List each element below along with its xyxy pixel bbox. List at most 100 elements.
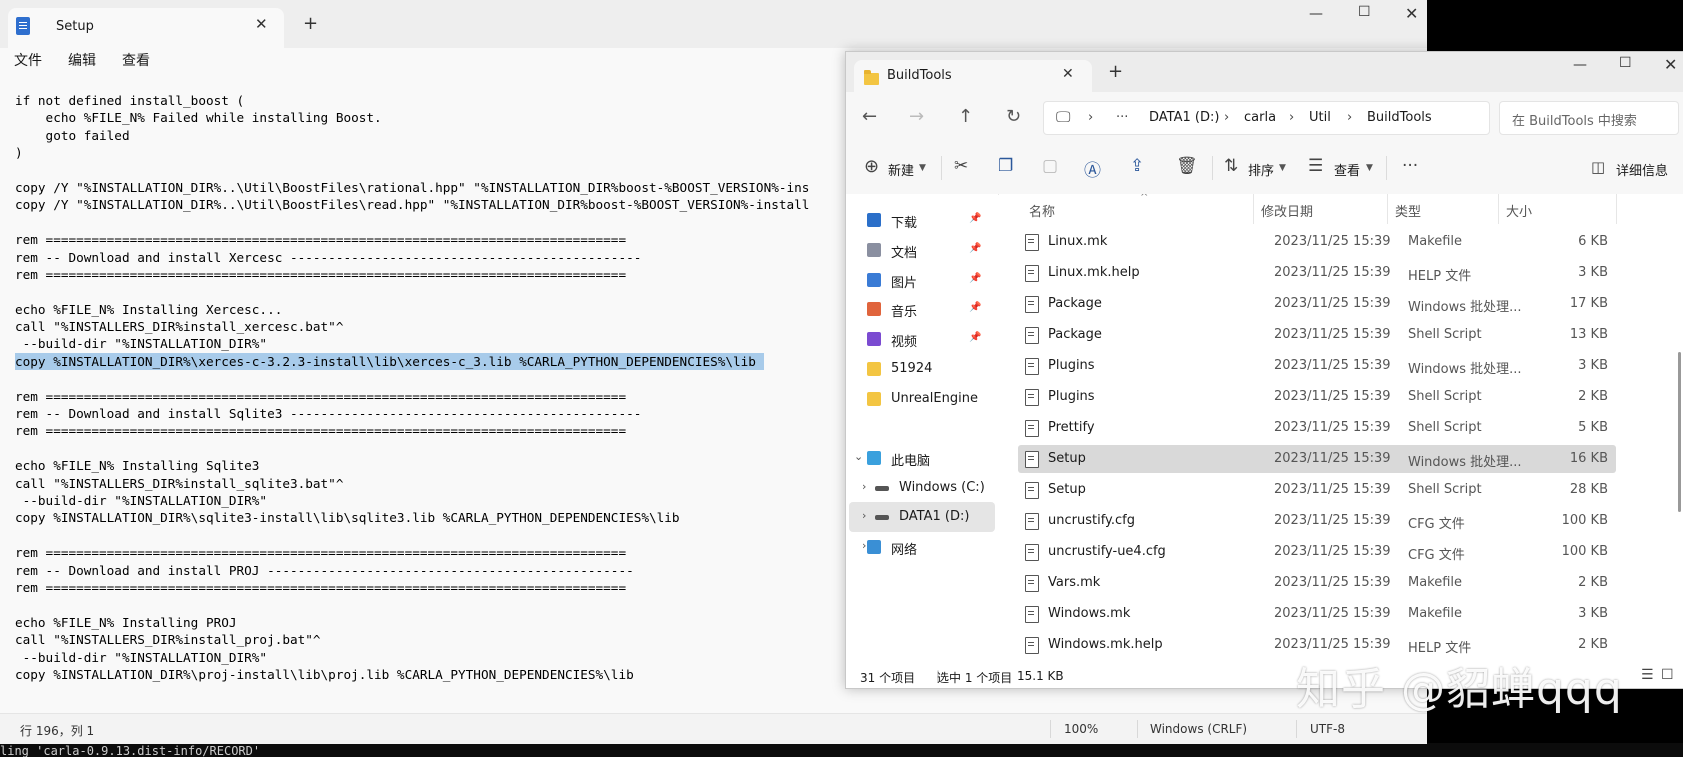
column-name[interactable]: 名称 — [1029, 201, 1055, 220]
nav-item-51924[interactable]: 51924 — [846, 354, 998, 384]
code-line: copy %INSTALLATION_DIR%\xerces-c-3.2.3-i… — [15, 352, 809, 371]
menu-view[interactable]: 查看 — [122, 50, 150, 70]
code-line: rem ====================================… — [15, 388, 627, 404]
nav-item--[interactable]: 此电脑 ⌄ — [846, 443, 998, 473]
up-arrow-icon[interactable]: ↑ — [958, 106, 973, 127]
nav-item-label: 音乐 — [891, 305, 918, 320]
file-row[interactable]: Setup 2023/11/25 15:39 Shell Script 28 KB — [1018, 476, 1616, 504]
file-name: Vars.mk — [1048, 575, 1101, 590]
new-button[interactable]: 新建 — [888, 160, 914, 179]
file-row[interactable]: Windows.mk 2023/11/25 15:39 Makefile 3 KB — [1018, 600, 1616, 628]
share-icon[interactable]: ⇪ — [1130, 156, 1144, 176]
code-line: call "%INSTALLERS_DIR%install_xercesc.ba… — [15, 319, 344, 335]
breadcrumb-more-icon[interactable]: ··· — [1116, 110, 1128, 125]
download-icon — [867, 213, 881, 227]
close-window-icon[interactable]: ✕ — [1405, 4, 1418, 23]
nav-item-label: 图片 — [891, 276, 918, 291]
file-size: 13 KB — [1569, 327, 1608, 342]
file-row[interactable]: Plugins 2023/11/25 15:39 Windows 批处理... 3 K… — [1018, 352, 1616, 380]
minimize-icon[interactable]: — — [1309, 6, 1323, 22]
file-row[interactable]: Prettify 2023/11/25 15:39 Shell Script 5 KB — [1018, 414, 1616, 442]
nav-item-data1-d-[interactable]: DATA1 (D:) › — [849, 502, 995, 532]
chevron-right-icon[interactable]: › — [862, 480, 866, 493]
search-box[interactable]: 在 BuildTools 中搜索 — [1499, 101, 1679, 135]
chevron-down-icon: ▼ — [1279, 163, 1286, 173]
scrollbar[interactable] — [1678, 352, 1681, 512]
column-size[interactable]: 大小 — [1506, 201, 1532, 220]
rename-icon[interactable]: Ⓐ — [1084, 156, 1101, 181]
file-row[interactable]: Plugins 2023/11/25 15:39 Shell Script 2 KB — [1018, 383, 1616, 411]
breadcrumb-data1[interactable]: DATA1 (D:) — [1149, 110, 1219, 125]
sort-button[interactable]: 排序 — [1248, 160, 1274, 179]
close-tab-icon[interactable]: ✕ — [255, 15, 268, 33]
address-bar[interactable]: 🖵 › ··· DATA1 (D:) › carla › Util › Buil… — [1043, 101, 1490, 135]
breadcrumb-util[interactable]: Util — [1309, 110, 1331, 125]
breadcrumb-buildtools[interactable]: BuildTools — [1367, 110, 1432, 125]
explorer-tab-buildtools[interactable]: BuildTools ✕ — [854, 60, 1092, 92]
nav-item--[interactable]: 视频 📌 — [846, 324, 998, 354]
more-options-icon[interactable]: ··· — [1402, 156, 1418, 176]
nav-item--[interactable]: 文档 📌 — [846, 235, 998, 265]
close-window-icon[interactable]: ✕ — [1664, 55, 1677, 74]
maximize-icon[interactable]: ☐ — [1358, 4, 1371, 20]
nav-item-windows-c-[interactable]: Windows (C:) › — [846, 473, 998, 503]
file-row[interactable]: uncrustify-ue4.cfg 2023/11/25 15:39 CFG 文件… — [1018, 538, 1616, 566]
file-size: 2 KB — [1578, 637, 1608, 652]
file-date: 2023/11/25 15:39 — [1274, 482, 1391, 497]
terminal-text: ling 'carla-0.9.13.dist-info/RECORD' — [0, 744, 261, 757]
file-row[interactable]: Vars.mk 2023/11/25 15:39 Makefile 2 KB — [1018, 569, 1616, 597]
delete-icon[interactable]: 🗑 — [1176, 156, 1198, 176]
file-type: Makefile — [1408, 234, 1463, 249]
close-tab-icon[interactable]: ✕ — [1062, 66, 1074, 82]
search-input[interactable]: 在 BuildTools 中搜索 — [1512, 110, 1637, 129]
copy-icon[interactable]: ❐ — [998, 156, 1013, 176]
details-button[interactable]: 详细信息 — [1616, 160, 1668, 179]
menu-file[interactable]: 文件 — [14, 50, 42, 70]
file-size: 3 KB — [1578, 265, 1608, 280]
explorer-tab-title: BuildTools — [887, 68, 952, 83]
file-row[interactable]: Package 2023/11/25 15:39 Windows 批处理... 17 … — [1018, 290, 1616, 318]
cut-icon[interactable]: ✂ — [954, 156, 968, 176]
code-line: --build-dir "%INSTALLATION_DIR%" — [15, 492, 268, 508]
file-row[interactable]: Linux.mk.help 2023/11/25 15:39 HELP 文件 3 KB — [1018, 259, 1616, 287]
file-row[interactable]: uncrustify.cfg 2023/11/25 15:39 CFG 文件 100 … — [1018, 507, 1616, 535]
nav-item--[interactable]: 网络 › — [846, 532, 998, 562]
back-arrow-icon[interactable]: ← — [862, 106, 877, 127]
file-size: 6 KB — [1578, 234, 1608, 249]
column-type[interactable]: 类型 — [1395, 201, 1421, 220]
line-ending[interactable]: Windows (CRLF) — [1150, 722, 1247, 736]
menu-edit[interactable]: 编辑 — [68, 50, 96, 70]
nav-item--[interactable]: 下载 📌 — [846, 205, 998, 235]
notepad-tab-setup[interactable]: Setup ✕ — [8, 8, 284, 48]
maximize-icon[interactable]: ☐ — [1619, 55, 1632, 71]
forward-arrow-icon[interactable]: → — [909, 106, 924, 127]
encoding[interactable]: UTF-8 — [1310, 722, 1345, 736]
chevron-right-icon[interactable]: › — [862, 539, 866, 552]
file-row[interactable]: Setup 2023/11/25 15:39 Windows 批处理... 16 KB — [1018, 445, 1616, 473]
details-view-icon[interactable]: ☰ — [1641, 667, 1654, 683]
chevron-right-icon[interactable]: › — [862, 509, 866, 522]
code-line: rem ====================================… — [15, 545, 627, 561]
video-icon — [867, 332, 881, 346]
paste-icon[interactable]: ▢ — [1042, 156, 1058, 176]
zoom-level[interactable]: 100% — [1064, 722, 1098, 736]
view-button[interactable]: 查看 — [1334, 160, 1360, 179]
tiles-view-icon[interactable]: ☐ — [1661, 667, 1674, 683]
nav-item--[interactable]: 图片 📌 — [846, 265, 998, 295]
column-date[interactable]: 修改日期 — [1261, 201, 1313, 220]
file-date: 2023/11/25 15:39 — [1274, 451, 1391, 466]
code-line: copy /Y "%INSTALLATION_DIR%..\Util\Boost… — [15, 179, 810, 195]
folder-icon — [864, 70, 879, 85]
refresh-icon[interactable]: ↻ — [1006, 106, 1021, 127]
new-tab-plus-icon[interactable]: + — [303, 13, 318, 34]
chevron-down-icon[interactable]: ⌄ — [854, 450, 863, 463]
nav-item-unrealengine[interactable]: UnrealEngine — [846, 384, 998, 414]
file-row[interactable]: Linux.mk 2023/11/25 15:39 Makefile 6 KB — [1018, 228, 1616, 256]
breadcrumb-separator-icon: › — [1224, 110, 1230, 125]
minimize-icon[interactable]: — — [1573, 57, 1587, 73]
code-line: echo %FILE_N% Failed while installing Bo… — [15, 110, 382, 126]
nav-item--[interactable]: 音乐 📌 — [846, 294, 998, 324]
file-row[interactable]: Package 2023/11/25 15:39 Shell Script 13 KB — [1018, 321, 1616, 349]
new-tab-plus-icon[interactable]: + — [1108, 61, 1123, 82]
breadcrumb-carla[interactable]: carla — [1244, 110, 1276, 125]
